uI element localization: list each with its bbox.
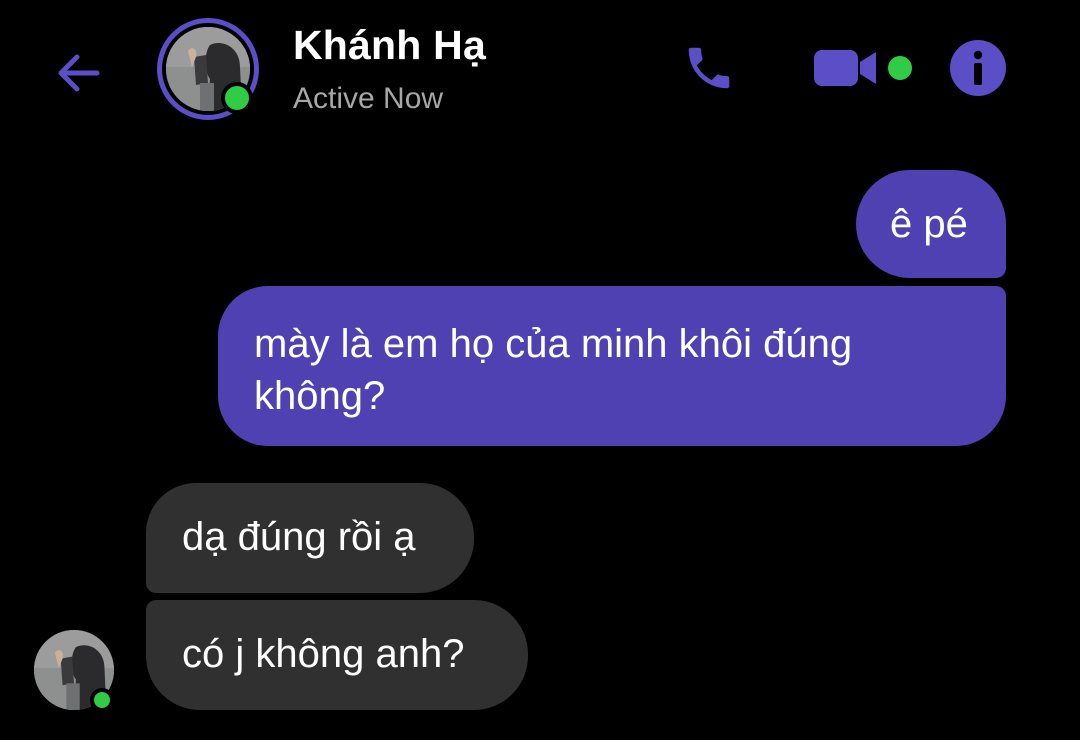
outgoing-message[interactable]: ê pé <box>856 170 1006 278</box>
arrow-left-icon <box>58 54 100 92</box>
online-indicator <box>221 82 253 114</box>
incoming-message[interactable]: dạ đúng rồi ạ <box>146 483 474 593</box>
online-indicator <box>90 688 114 712</box>
outgoing-message[interactable]: mày là em họ của minh khôi đúng không? <box>218 286 1006 446</box>
info-button[interactable] <box>948 38 1008 98</box>
contact-status: Active Now <box>293 82 444 115</box>
video-camera-icon <box>814 50 876 86</box>
call-button[interactable] <box>678 38 740 98</box>
video-active-indicator <box>888 56 912 80</box>
sender-avatar[interactable] <box>34 630 114 712</box>
back-button[interactable] <box>52 46 106 100</box>
contact-avatar[interactable] <box>157 18 259 120</box>
incoming-message[interactable]: có j không anh? <box>146 600 528 710</box>
info-icon <box>950 40 1006 96</box>
phone-icon <box>688 47 730 89</box>
video-call-button[interactable] <box>808 38 882 98</box>
contact-name[interactable]: Khánh Hạ <box>293 22 486 69</box>
